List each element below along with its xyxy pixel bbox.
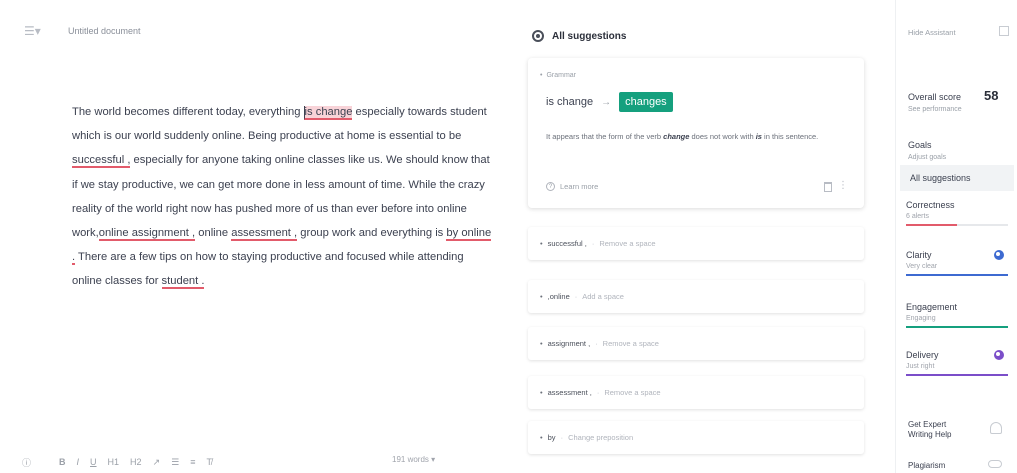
suggestion-card[interactable]: • successful , · Remove a space xyxy=(528,227,864,260)
suggestion-action: Remove a space xyxy=(602,339,659,348)
category-label: Clarity xyxy=(906,250,932,260)
category-bar xyxy=(906,224,1008,226)
suggestion-action: Remove a space xyxy=(599,239,656,248)
clear-format-icon[interactable]: T̸ xyxy=(206,457,212,467)
underlined-error[interactable]: successful , xyxy=(72,154,131,169)
replacement-row: is change → changes xyxy=(546,92,673,112)
category-status: Very clear xyxy=(906,263,938,270)
category-label: Engagement xyxy=(906,302,958,312)
document-body[interactable]: The world becomes different today, every… xyxy=(72,100,492,294)
text-segment: There are a few tips on how to staying p… xyxy=(72,251,464,288)
more-options-icon[interactable]: ⋮ xyxy=(838,180,848,191)
text-segment: online xyxy=(195,227,229,240)
category-status: Just right xyxy=(906,363,935,370)
adjust-goals-link[interactable]: Adjust goals xyxy=(908,154,946,161)
status-check-icon xyxy=(994,250,1004,260)
original-text: is change xyxy=(546,96,594,108)
bold-button[interactable]: B xyxy=(59,457,66,467)
format-toolbar: ⓘ B I U H1 H2 ↗ ☰ ≡ T̸ 191 words ▾ xyxy=(22,455,502,469)
underlined-error[interactable]: online assignment , xyxy=(98,227,196,242)
plagiarism-icon xyxy=(988,460,1002,468)
category-status: 6 alerts xyxy=(906,213,929,220)
text-segment: group work and everything is xyxy=(297,227,444,240)
editor-panel: ☰▾ Untitled document The world becomes d… xyxy=(0,0,510,473)
all-suggestions-tab[interactable]: All suggestions xyxy=(900,165,1014,191)
suggestion-action: Add a space xyxy=(582,292,624,301)
suggestion-word: ,online xyxy=(547,292,570,301)
suggestion-card[interactable]: • assignment , · Remove a space xyxy=(528,327,864,360)
bullet-list-icon[interactable]: ≡ xyxy=(190,457,195,467)
status-check-icon xyxy=(994,350,1004,360)
person-icon xyxy=(990,422,1002,434)
goals-label: Goals xyxy=(908,140,932,150)
suggestion-action: Change preposition xyxy=(568,433,634,442)
trash-icon[interactable] xyxy=(824,182,832,192)
verb-highlight: change xyxy=(663,132,690,141)
suggestion-card[interactable]: • assessment , · Remove a space xyxy=(528,376,864,409)
document-title[interactable]: Untitled document xyxy=(68,26,141,36)
category-label: Correctness xyxy=(906,200,955,210)
suggestions-panel: All suggestions Grammar is change → chan… xyxy=(520,0,870,473)
accept-replacement-button[interactable]: changes xyxy=(619,92,673,112)
expert-help-button[interactable]: Get Expert Writing Help xyxy=(908,420,968,440)
heading1-button[interactable]: H1 xyxy=(108,457,120,467)
suggestion-word: successful , xyxy=(547,239,587,248)
link-icon[interactable]: ↗ xyxy=(153,457,161,468)
suggestion-explanation: It appears that the form of the verb cha… xyxy=(546,132,819,141)
info-icon[interactable]: ⓘ xyxy=(22,456,31,469)
italic-button[interactable]: I xyxy=(77,457,80,467)
suggestion-card[interactable]: • ,online · Add a space xyxy=(528,280,864,313)
assistant-sidebar: Hide Assistant Overall score 58 See perf… xyxy=(895,0,1017,473)
see-performance-link[interactable]: See performance xyxy=(908,106,962,113)
suggestion-word: by xyxy=(547,433,556,442)
target-icon xyxy=(532,30,544,42)
learn-more-link[interactable]: ? Learn more xyxy=(546,182,598,191)
heading2-button[interactable]: H2 xyxy=(130,457,142,467)
question-icon: ? xyxy=(546,182,555,191)
active-suggestion-card[interactable]: Grammar is change → changes It appears t… xyxy=(528,58,864,208)
word-count[interactable]: 191 words ▾ xyxy=(392,455,435,464)
suggestion-word: assessment , xyxy=(547,388,592,397)
highlighted-error[interactable]: is change xyxy=(303,106,353,120)
category-bar xyxy=(906,326,1008,328)
panel-toggle-icon[interactable] xyxy=(999,26,1009,36)
ordered-list-icon[interactable]: ☰ xyxy=(171,457,179,468)
category-bar xyxy=(906,274,1008,276)
arrow-right-icon: → xyxy=(601,96,612,108)
overall-score-value: 58 xyxy=(984,88,999,103)
plagiarism-button[interactable]: Plagiarism xyxy=(908,461,945,470)
suggestions-header: All suggestions xyxy=(532,30,626,42)
category-delivery[interactable]: Delivery Just right xyxy=(906,350,1008,376)
text-segment: The world becomes different today, every… xyxy=(72,106,301,118)
underlined-error[interactable]: student . xyxy=(161,275,205,290)
category-engagement[interactable]: Engagement Engaging xyxy=(906,302,1008,328)
suggestion-word: assignment , xyxy=(547,339,591,348)
hide-assistant-button[interactable]: Hide Assistant xyxy=(908,28,956,37)
suggestion-action: Remove a space xyxy=(604,388,661,397)
suggestion-category: Grammar xyxy=(540,72,576,79)
underline-button[interactable]: U xyxy=(90,457,97,467)
category-clarity[interactable]: Clarity Very clear xyxy=(906,250,1008,276)
suggestion-card[interactable]: • by · Change preposition xyxy=(528,421,864,454)
overall-score-label: Overall score xyxy=(908,92,962,102)
underlined-error[interactable]: assessment , xyxy=(231,227,298,242)
category-status: Engaging xyxy=(906,315,936,322)
category-bar xyxy=(906,374,1008,376)
suggestions-title: All suggestions xyxy=(552,30,627,42)
category-label: Delivery xyxy=(906,350,939,360)
hamburger-menu-icon[interactable]: ☰▾ xyxy=(24,24,42,38)
category-correctness[interactable]: Correctness 6 alerts xyxy=(906,200,1008,226)
